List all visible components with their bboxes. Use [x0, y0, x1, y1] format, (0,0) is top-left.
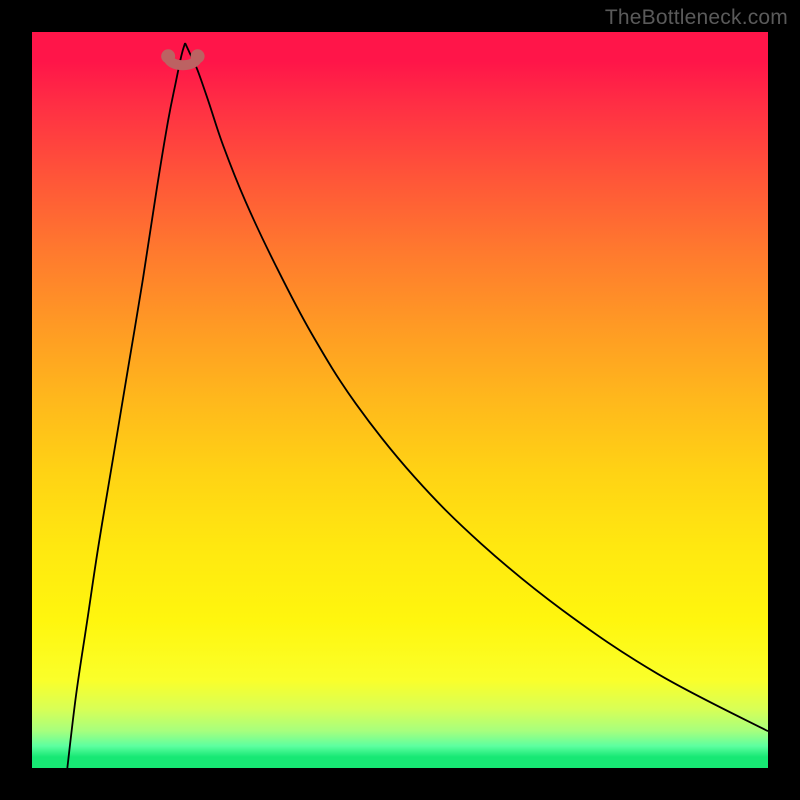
attribution-text: TheBottleneck.com [605, 6, 788, 30]
chart-frame: TheBottleneck.com [0, 0, 800, 800]
curve-left-branch [67, 43, 185, 768]
curve-layer [32, 32, 768, 768]
plot-area [32, 32, 768, 768]
minimum-marker-left [161, 49, 175, 63]
minimum-marker-right [191, 49, 205, 63]
curve-right-branch [185, 43, 768, 731]
